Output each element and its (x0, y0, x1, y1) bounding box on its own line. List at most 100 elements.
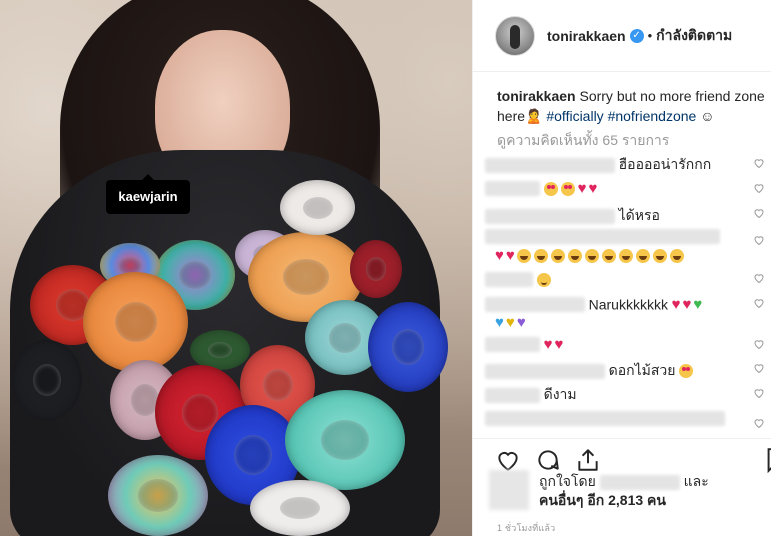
post-photo[interactable]: kaewjarin (0, 0, 472, 536)
comment-text: ดีงาม (543, 386, 577, 402)
red-heart-icon: ♥ (682, 296, 692, 314)
comment-username-redacted[interactable] (485, 208, 615, 224)
comment-item (485, 410, 765, 427)
comment-username-redacted[interactable] (485, 181, 540, 197)
share-icon (578, 449, 598, 471)
rose (350, 240, 402, 298)
red-heart-icon: ♥ (543, 336, 553, 354)
post-header: tonirakkaen ✓ • กำลังติดตาม (473, 0, 771, 72)
comment-emoji-line: ♥ ♥ (495, 247, 771, 264)
rose (83, 272, 188, 372)
header-username[interactable]: tonirakkaen (547, 28, 626, 44)
laugh-emoji-icon (533, 248, 548, 263)
bookmark-icon (767, 448, 771, 474)
verified-badge-icon: ✓ (629, 28, 644, 43)
others-count: 2,813 (608, 492, 644, 508)
rose (12, 340, 82, 420)
love-eyes-emoji-icon (679, 364, 694, 378)
rose (108, 455, 208, 536)
comment-text: ฮืออออน่ารักกก (618, 156, 712, 172)
save-button[interactable] (761, 447, 771, 474)
comment-text: ได้หรอ (618, 207, 660, 223)
header-separator: • (647, 28, 653, 43)
caption-trailing-emoji: ☺ (700, 108, 715, 124)
like-comment-icon[interactable] (753, 182, 765, 194)
red-heart-icon: ♥ (671, 296, 681, 314)
share-button[interactable] (575, 447, 601, 473)
laugh-emoji-icon (635, 248, 650, 263)
comment-item (485, 228, 765, 245)
comment-item: ดีงาม (485, 384, 765, 406)
like-comment-icon[interactable] (753, 234, 765, 246)
laugh-emoji-icon (584, 248, 599, 263)
love-eyes-emoji-icon (560, 181, 575, 196)
comment-emoji-line: ♥ ♥ ♥ (495, 314, 771, 331)
laugh-emoji-icon (516, 248, 531, 263)
post-details-panel: tonirakkaen ✓ • กำลังติดตาม tonirakkaen … (472, 0, 771, 536)
like-comment-icon[interactable] (753, 387, 765, 399)
red-heart-icon: ♥ (588, 180, 598, 198)
caption-emoji: 🙎 (525, 108, 543, 124)
laugh-emoji-icon (669, 248, 684, 263)
blue-heart-icon: ♥ (495, 314, 504, 332)
liker-username-redacted[interactable] (599, 474, 680, 490)
laugh-emoji-icon (550, 248, 565, 263)
view-all-comments-link[interactable]: ดูความคิดเห็นทั้ง 65 รายการ (497, 130, 669, 152)
purple-heart-icon: ♥ (516, 314, 526, 332)
comment-text: ดอกไม้สวย (608, 362, 676, 378)
comment-button[interactable] (535, 447, 561, 473)
comment-username-redacted[interactable] (485, 363, 605, 379)
following-button[interactable]: กำลังติดตาม (656, 25, 732, 47)
hashtag-link[interactable]: #nofriendzone (608, 108, 697, 124)
rose (250, 480, 350, 536)
like-comment-icon[interactable] (753, 362, 765, 374)
like-comment-icon[interactable] (753, 338, 765, 350)
others-prefix: คนอื่นๆ อีก (539, 492, 605, 508)
rose (190, 330, 250, 370)
comment-item: ได้หรอ (485, 205, 765, 227)
comment-username-redacted[interactable] (485, 229, 720, 245)
liker-avatar-redacted[interactable] (489, 470, 529, 510)
like-comment-icon[interactable] (753, 207, 765, 219)
comment-username-redacted[interactable] (485, 297, 585, 313)
comment-item: ดอกไม้สวย (485, 360, 765, 382)
smile-emoji-icon (536, 272, 551, 287)
comment-icon (538, 450, 559, 470)
laugh-emoji-icon (567, 248, 582, 263)
like-comment-icon[interactable] (753, 417, 765, 429)
red-heart-icon: ♥ (554, 336, 564, 354)
comment-username-redacted[interactable] (485, 272, 533, 288)
liked-by-label: ถูกใจโดย (539, 473, 596, 489)
hashtag-link[interactable]: #officially (546, 108, 603, 124)
avatar[interactable] (495, 15, 535, 56)
rose (285, 390, 405, 490)
rose (280, 180, 355, 235)
post-timestamp[interactable]: 1 ชั่วโมงที่แล้ว (497, 521, 555, 535)
like-comment-icon[interactable] (753, 272, 765, 284)
others-suffix: คน (647, 492, 666, 508)
laugh-emoji-icon (601, 248, 616, 263)
comment-item: Narukkkkkkk ♥ ♥ ♥ (485, 296, 765, 313)
caption-username[interactable]: tonirakkaen (497, 88, 576, 104)
likes-summary: ถูกใจโดย และ คนอื่นๆ อีก 2,813 คน (489, 470, 757, 510)
comment-item: ฮืออออน่ารักกก (485, 154, 765, 176)
comment-username-redacted[interactable] (485, 337, 540, 353)
post-caption: tonirakkaen Sorry but no more friend zon… (497, 86, 767, 126)
green-heart-icon: ♥ (693, 296, 703, 314)
comment-item: ♥ ♥ (485, 180, 765, 197)
comment-item (485, 271, 765, 288)
red-heart-icon: ♥ (577, 180, 587, 198)
others-likes-link[interactable]: คนอื่นๆ อีก 2,813 คน (497, 491, 757, 510)
comment-username-redacted[interactable] (485, 387, 540, 403)
like-comment-icon[interactable] (753, 297, 765, 309)
comment-username-redacted[interactable] (485, 411, 725, 427)
comment-username-redacted[interactable] (485, 157, 615, 173)
red-heart-icon: ♥ (495, 247, 504, 265)
comment-item: ♥ ♥ (485, 336, 765, 353)
comment-text: Narukkkkkkk (588, 296, 668, 313)
laugh-emoji-icon (618, 248, 633, 263)
user-tag-label[interactable]: kaewjarin (106, 174, 190, 214)
red-heart-icon: ♥ (505, 247, 515, 265)
like-comment-icon[interactable] (753, 157, 765, 169)
rose (368, 302, 448, 392)
